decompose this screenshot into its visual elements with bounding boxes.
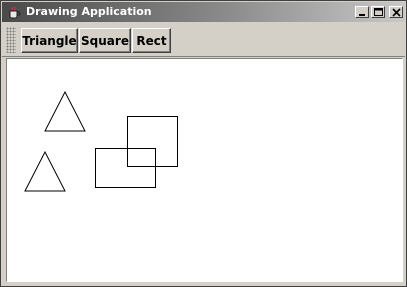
minimize-icon (359, 14, 365, 16)
rect-shape[interactable] (95, 148, 156, 188)
drawing-canvas[interactable] (6, 58, 403, 282)
maximize-icon (374, 8, 383, 16)
minimize-button[interactable] (355, 6, 369, 18)
app-window: Drawing Application Triangle Square Rect (0, 0, 407, 287)
toolbar-grip[interactable] (6, 27, 16, 53)
close-icon (392, 8, 401, 17)
triangle-button[interactable]: Triangle (21, 28, 78, 53)
triangle-shape[interactable] (24, 150, 66, 192)
triangle-shape[interactable] (44, 90, 86, 132)
title-bar[interactable]: Drawing Application (2, 2, 405, 22)
coffee-cup-icon[interactable] (7, 5, 21, 19)
rect-button[interactable]: Rect (132, 28, 171, 53)
close-button[interactable] (389, 6, 403, 18)
toolbar: Triangle Square Rect (2, 23, 405, 57)
window-title: Drawing Application (26, 5, 152, 18)
square-button[interactable]: Square (79, 28, 131, 53)
square-shape[interactable] (127, 116, 178, 167)
maximize-button[interactable] (371, 6, 385, 18)
